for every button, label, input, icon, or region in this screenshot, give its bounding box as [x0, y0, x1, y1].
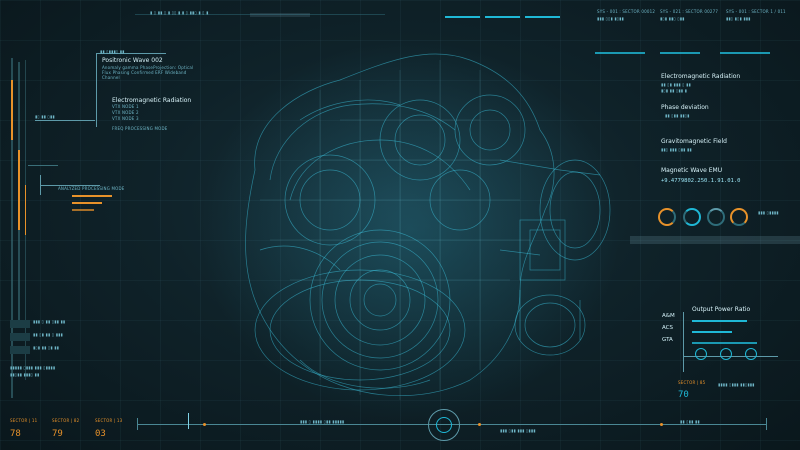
output-label-3: GTA — [662, 337, 673, 343]
left-panel-row-3: VTX NODE 3 — [112, 116, 139, 121]
dial-1 — [658, 208, 676, 226]
header-data-rows: ▮▮▮ ▯▯▮ ▮▯▮▮ — [597, 16, 624, 21]
right-panel-title-4: Magnetic Wave EMU — [661, 167, 723, 174]
sector-1-label: SECTOR | 11 — [10, 418, 38, 423]
left-panel-row-1: VTX NODE 1 — [112, 104, 139, 109]
analyzer-bar-3 — [72, 209, 94, 211]
analyzer-bar-1 — [72, 195, 112, 197]
noise-strip-2 — [250, 13, 310, 17]
right-panel-data-1: ▮▮ ▯▮ ▮▮▮ ▯ ▮▮ — [661, 82, 691, 87]
sector-2-value: 79 — [52, 429, 63, 439]
header-data-rows-3: ▮▮▯ ▮▯▮ ▮▮▮ — [726, 16, 751, 21]
dial-3 — [707, 208, 725, 226]
dial-legend: ▮▮▮ ▯▮▮▮▮ — [758, 210, 779, 215]
right-panel-title-1: Electromagnetic Radiation — [661, 73, 741, 80]
sector-br-value: 70 — [678, 390, 689, 400]
analyzer-label: ANALYZED PROCESSING MODE — [58, 186, 125, 191]
output-bar-3 — [692, 342, 757, 344]
sector-br-label: SECTOR | 85 — [678, 380, 706, 385]
output-bar-1 — [692, 320, 747, 322]
header-bar-2 — [485, 16, 520, 18]
magnetic-readout: +9.4779802.250.1.91.01.0 — [661, 178, 741, 184]
header-bar-6 — [720, 52, 770, 54]
output-label-2: ACS — [662, 325, 673, 331]
left-panel-row-4: FREQ PROCESSING MODE — [112, 126, 168, 131]
sector-3-label: SECTOR | 13 — [95, 418, 123, 423]
sector-br-text: ▮▮▮▮ ▯▮▮▮ ▮▮▯▮▮▮ — [718, 382, 755, 387]
left-panel-subtitle: Electromagnetic Radiation — [112, 97, 192, 104]
left-panel-row-2: VTX NODE 2 — [112, 110, 139, 115]
top-bar-ticks: ▮ ▯ ▮▮ ▯ ▮ ▯▯ ▮ ▮ ▯ ▮▮▯ ▮ ▯ ▮ — [150, 10, 209, 15]
header-bar-1 — [445, 16, 480, 18]
output-panel-title: Output Power Ratio — [692, 306, 751, 313]
header-bar-5 — [660, 52, 700, 54]
analyzer-bar-2 — [72, 202, 102, 204]
timeline-center-ring-inner — [436, 417, 452, 433]
right-panel-data-1b: ▮▯▮ ▮▮ ▯▮▮ ▮ — [661, 88, 688, 93]
header-sector-1: SYS - 001 : SECTOR 00012 — [597, 9, 656, 14]
right-panel-data-2: ▮▮ ▯▮▮ ▮▮▯▮ — [665, 113, 690, 118]
sector-3-value: 03 — [95, 429, 106, 439]
output-bar-2 — [692, 331, 732, 333]
sector-1-value: 78 — [10, 429, 21, 439]
header-bar-4 — [595, 52, 645, 54]
left-panel-description: Anomaly gamma PhaseProjection: Optical F… — [102, 65, 194, 80]
header-data-rows-2: ▮▯▮ ▮▮▯ ▯▮▮ — [660, 16, 685, 21]
left-panel-code: ▮▮ ▯▮▮▮▯ ▮▮ — [100, 49, 125, 54]
left-panel-title: Positronic Wave 002 — [102, 57, 163, 64]
dial-2 — [683, 208, 701, 226]
header-sector-2: SYS - 021 : SECTOR 00277 — [660, 9, 719, 14]
right-panel-data-3: ▮▮▯ ▮▮▮ ▯▮▮ ▮▮ — [661, 147, 692, 152]
right-panel-title-2: Phase deviation — [661, 104, 709, 111]
right-panel-title-3: Gravitomagnetic Field — [661, 138, 727, 145]
header-sector-3: SYS - 001 : SECTOR 1 / 011 — [726, 9, 786, 14]
left-panel-marker: ▮▯ ▮▮ ▯▮▮ — [35, 114, 55, 119]
header-bar-3 — [525, 16, 560, 18]
dial-4 — [730, 208, 748, 226]
output-label-1: A&M — [662, 313, 675, 319]
sector-2-label: SECTOR | 82 — [52, 418, 80, 423]
noise-strip-1 — [630, 236, 800, 244]
